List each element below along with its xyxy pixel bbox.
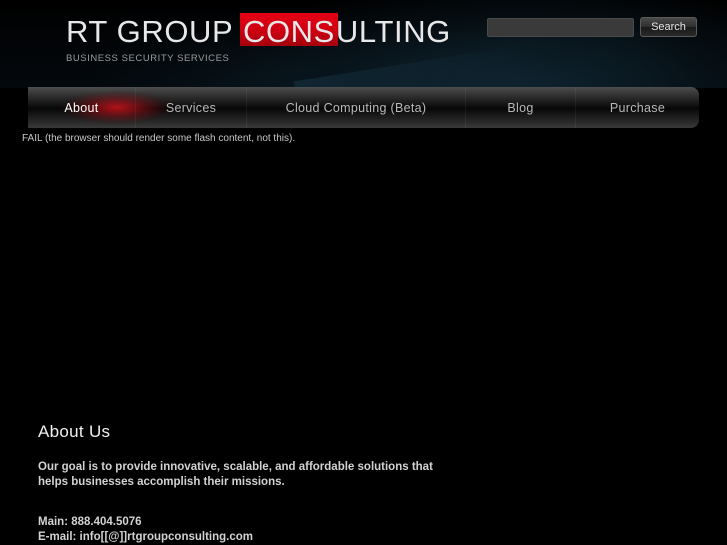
about-contact-block: Main: 888.404.5076 E-mail: info[[@]]rtgr… <box>38 515 438 545</box>
contact-phone: Main: 888.404.5076 <box>38 516 142 529</box>
logo-text-after: ULTING <box>335 14 451 49</box>
nav-item-purchase[interactable]: Purchase <box>576 87 699 128</box>
search-area: Search <box>487 17 697 37</box>
search-input[interactable] <box>487 17 634 37</box>
about-section: About Us Our goal is to provide innovati… <box>38 422 438 545</box>
logo-title: RT GROUP CONSULTING <box>66 13 451 49</box>
about-description: Our goal is to provide innovative, scala… <box>38 461 433 488</box>
logo-text-before: RT GROUP <box>66 14 242 49</box>
nav-item-blog[interactable]: Blog <box>466 87 576 128</box>
site-logo[interactable]: RT GROUP CONSULTING BUSINESS SECURITY SE… <box>66 13 451 64</box>
page-root: RT GROUP CONSULTING BUSINESS SECURITY SE… <box>0 0 727 545</box>
logo-tagline: BUSINESS SECURITY SERVICES <box>66 53 230 64</box>
site-header: RT GROUP CONSULTING BUSINESS SECURITY SE… <box>0 0 727 88</box>
flash-fallback-notice: FAIL (the browser should render some fla… <box>22 133 296 144</box>
about-heading: About Us <box>38 422 111 441</box>
nav-item-about[interactable]: About <box>28 87 136 128</box>
nav-item-services[interactable]: Services <box>136 87 247 128</box>
search-button[interactable]: Search <box>640 17 697 37</box>
nav-item-cloud-computing[interactable]: Cloud Computing (Beta) <box>247 87 466 128</box>
logo-text-highlight: CONS <box>239 13 338 49</box>
main-content: About Us Our goal is to provide innovati… <box>0 150 727 545</box>
contact-email: E-mail: info[[@]]rtgroupconsulting.com <box>38 531 253 544</box>
main-navigation: About Services Cloud Computing (Beta) Bl… <box>28 87 699 128</box>
